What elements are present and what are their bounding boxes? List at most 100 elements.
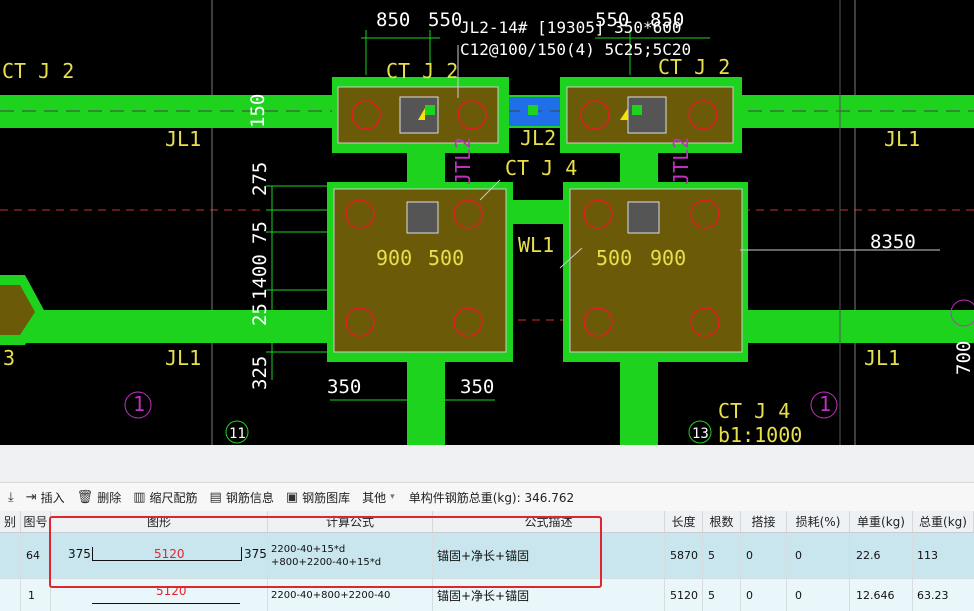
bottom-dim-2: 350 bbox=[460, 376, 494, 398]
delete-button[interactable]: 🗑 删除 bbox=[77, 489, 122, 506]
col-header-count: 根数 bbox=[703, 511, 741, 533]
cap-dim-3: 500 bbox=[596, 246, 632, 270]
left-dim-150: 150 bbox=[247, 94, 269, 128]
lap-cell[interactable]: 0 bbox=[741, 533, 787, 578]
desc-cell[interactable]: 锚固+净长+锚固 bbox=[433, 579, 665, 611]
axis-13: 13 bbox=[692, 426, 709, 442]
library-icon: ▣ bbox=[285, 489, 299, 505]
rebar-library-button[interactable]: ▣ 钢筋图库 bbox=[286, 489, 350, 506]
jl1-label-3: JL1 bbox=[165, 346, 201, 370]
jl1-label-1: JL1 bbox=[165, 127, 201, 151]
insert-button[interactable]: ⇥ 插入 bbox=[26, 489, 65, 506]
info-label: 钢筋信息 bbox=[225, 490, 274, 505]
download-button[interactable]: ⤓ bbox=[8, 490, 14, 505]
left-dim-25: 25 bbox=[249, 303, 271, 326]
jtl2-label-1: JTL2 bbox=[451, 137, 475, 185]
shape-cell[interactable]: 5120 bbox=[51, 579, 268, 611]
fig-no: 64 bbox=[21, 533, 51, 578]
col-header-fig-no: 图号 bbox=[21, 511, 51, 533]
shape-cell[interactable]: 375 5120 375 bbox=[51, 533, 268, 578]
loss-cell[interactable]: 0 bbox=[787, 533, 850, 578]
ctj2-mid2-label: CT J 2 bbox=[658, 55, 730, 79]
shape-mid-value: 5120 bbox=[156, 584, 187, 598]
shape-left-value: 375 bbox=[68, 547, 91, 561]
unit-weight-cell: 22.6 bbox=[850, 533, 913, 578]
bottom-dim-1: 350 bbox=[327, 376, 361, 398]
scale-rebar-button[interactable]: ▥ 缩尺配筋 bbox=[133, 489, 197, 506]
formula-line2: +800+2200-40+15*d bbox=[271, 556, 382, 568]
left-dim-75: 75 bbox=[249, 221, 271, 244]
cap-dim-4: 900 bbox=[650, 246, 686, 270]
left-dim-275: 275 bbox=[249, 162, 271, 196]
trash-icon: 🗑 bbox=[76, 489, 94, 505]
axis-11: 11 bbox=[229, 426, 246, 442]
ctj4-label-2: CT J 4 bbox=[718, 399, 790, 423]
count-cell[interactable]: 5 bbox=[703, 533, 741, 578]
library-label: 钢筋图库 bbox=[302, 490, 351, 505]
insert-icon: ⇥ bbox=[25, 489, 37, 505]
total-weight-cell: 113 bbox=[917, 549, 938, 562]
shape-right-value: 375 bbox=[244, 547, 267, 561]
beam-tag-line2: C12@100/150(4) 5C25;5C20 bbox=[460, 40, 691, 59]
col-header-desc: 公式描述 bbox=[433, 511, 665, 533]
jl2-label: JL2 bbox=[520, 126, 556, 150]
right-dim-700: 700 bbox=[953, 341, 974, 375]
jl1-label-2: JL1 bbox=[884, 127, 920, 151]
panel-splitter[interactable] bbox=[0, 445, 974, 483]
rebar-table: 别 图号 图形 计算公式 公式描述 长度 根数 搭接 损耗(%) 单重(kg) … bbox=[0, 511, 974, 611]
caret-down-icon: ▾ bbox=[390, 492, 395, 502]
count-cell[interactable]: 5 bbox=[703, 579, 741, 611]
table-row[interactable]: 64 375 5120 375 2200-40+15*d +800+2200-4… bbox=[0, 533, 974, 578]
download-icon: ⤓ bbox=[8, 489, 14, 505]
jtl2-label-2: JTL2 bbox=[669, 137, 693, 185]
top-dim-1: 850 bbox=[376, 9, 410, 31]
ctj4-label: CT J 4 bbox=[505, 156, 577, 180]
section-mark-2: 1 bbox=[819, 392, 831, 416]
col-header-length: 长度 bbox=[665, 511, 703, 533]
other-dropdown[interactable]: 其他 ▾ bbox=[362, 489, 395, 506]
fig-no: 1 bbox=[21, 579, 51, 611]
length-cell[interactable]: 5870 bbox=[665, 533, 703, 578]
col-header-shape: 图形 bbox=[51, 511, 268, 533]
table-row[interactable]: 1 5120 2200-40+800+2200-40 锚固+净长+锚固 5120… bbox=[0, 578, 974, 611]
rebar-shape-drawing bbox=[92, 547, 242, 561]
delete-label: 删除 bbox=[97, 490, 122, 505]
unit-weight-cell: 12.646 bbox=[850, 579, 913, 611]
other-label: 其他 bbox=[362, 490, 387, 505]
loss-cell[interactable]: 0 bbox=[787, 579, 850, 611]
wl1-label: WL1 bbox=[518, 233, 554, 257]
left-dim-325: 325 bbox=[249, 356, 271, 390]
top-dim-2: 550 bbox=[428, 9, 462, 31]
formula-line1: 2200-40+15*d bbox=[271, 543, 346, 555]
cap-note: b1:1000 bbox=[718, 423, 802, 445]
rebar-info-button[interactable]: ▤ 钢筋信息 bbox=[210, 489, 274, 506]
formula-cell[interactable]: 2200-40+800+2200-40 bbox=[268, 579, 433, 611]
cap-dim-1: 900 bbox=[376, 246, 412, 270]
col-header-type: 别 bbox=[0, 511, 21, 533]
dim-8350: 8350 bbox=[870, 231, 916, 253]
insert-label: 插入 bbox=[40, 490, 65, 505]
col-header-loss: 损耗(%) bbox=[787, 511, 850, 533]
lap-cell[interactable]: 0 bbox=[741, 579, 787, 611]
col-header-unit-weight: 单重(kg) bbox=[850, 511, 913, 533]
left-partial-label: 3 bbox=[3, 346, 15, 370]
cap-dim-2: 500 bbox=[428, 246, 464, 270]
rebar-shape-drawing bbox=[92, 603, 240, 604]
total-weight-text: 单构件钢筋总重(kg): 346.762 bbox=[408, 490, 575, 505]
ctj2-mid1-label: CT J 2 bbox=[386, 59, 458, 83]
total-weight-cell: 63.23 bbox=[917, 588, 949, 602]
col-header-total-weight: 总重(kg) bbox=[913, 511, 974, 533]
table-icon: ▤ bbox=[209, 489, 222, 505]
section-mark-1: 1 bbox=[133, 392, 145, 416]
length-cell[interactable]: 5120 bbox=[665, 579, 703, 611]
col-header-formula: 计算公式 bbox=[268, 511, 433, 533]
beam-tag-line1: JL2-14# [19305] 350*600 bbox=[460, 18, 682, 37]
formula-cell[interactable]: 2200-40+15*d +800+2200-40+15*d bbox=[268, 533, 433, 578]
jl1-label-4: JL1 bbox=[864, 346, 900, 370]
left-dim-1400: 1400 bbox=[249, 254, 271, 300]
cad-drawing-canvas[interactable]: 850 550 550 850 JL2-14# [19305] 350*600 … bbox=[0, 0, 974, 445]
desc-cell[interactable]: 锚固+净长+锚固 bbox=[433, 533, 665, 578]
scale-label: 缩尺配筋 bbox=[149, 490, 198, 505]
rebar-toolbar: ⤓ ⇥ 插入 🗑 删除 ▥ 缩尺配筋 ▤ 钢筋信息 ▣ 钢筋图库 其他 ▾ 单构件钢筋总重(… bbox=[0, 483, 974, 512]
ctj2-left-label: CT J 2 bbox=[2, 59, 74, 83]
